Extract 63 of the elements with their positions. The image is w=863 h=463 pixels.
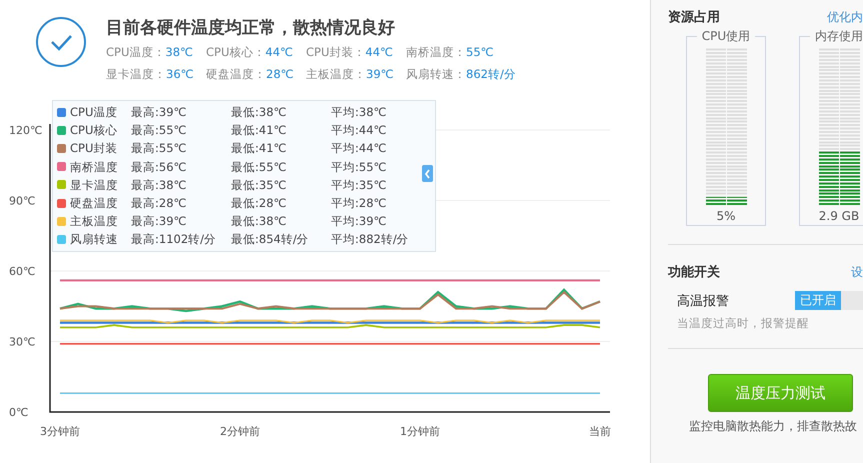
legend-min: 最低:38℃: [231, 104, 288, 121]
legend-max: 最高:28℃: [131, 195, 188, 212]
stat-reading: 主板温度：39℃: [306, 66, 395, 83]
meter-reading: 5%: [716, 209, 736, 223]
status-title: 目前各硬件温度均正常，散热情况良好: [106, 17, 396, 40]
legend-max: 最高:56℃: [131, 158, 188, 176]
stat-reading: CPU温度：38℃: [106, 44, 194, 61]
optimize-link[interactable]: 优化内: [827, 8, 863, 26]
y-axis-label: 30℃: [9, 336, 36, 348]
stat-reading: CPU核心：44℃: [206, 44, 294, 61]
legend-max: 最高:38℃: [131, 176, 188, 194]
x-axis-label: 当前: [589, 425, 611, 438]
y-axis-label: 90℃: [9, 194, 36, 208]
x-axis-label: 3分钟前: [40, 425, 80, 438]
stress-test-description: 监控电脑散热能力，排查散热故: [689, 418, 858, 435]
legend-avg: 平均:882转/分: [331, 231, 410, 248]
y-axis-label: 120℃: [9, 124, 42, 137]
legend-name: 显卡温度: [70, 176, 118, 194]
stress-test-button[interactable]: 温度压力测试: [708, 374, 853, 412]
legend-name: 硬盘温度: [70, 195, 118, 212]
toggle-label: 高温报警: [677, 292, 729, 310]
legend-avg: 平均:35℃: [331, 176, 388, 194]
x-axis-label: 1分钟前: [400, 425, 440, 438]
settings-link[interactable]: 设: [851, 264, 863, 280]
legend-avg: 平均:55℃: [331, 158, 388, 176]
y-axis-label: 0℃: [9, 406, 28, 419]
legend-min: 最低:41℃: [231, 122, 288, 140]
stat-reading: 风扇转速：862转/分: [406, 66, 517, 83]
legend-name: 主板温度: [70, 213, 118, 230]
legend-max: 最高:55℃: [131, 140, 188, 158]
toggle-description: 当温度过高时，报警提醒: [676, 316, 810, 331]
meter-label: 内存使用: [810, 28, 863, 44]
legend-max: 最高:39℃: [131, 104, 188, 121]
stat-reading: 显卡温度：36℃: [106, 66, 195, 83]
section-title: 功能开关: [668, 264, 720, 281]
legend-name: CPU温度: [70, 104, 118, 121]
meter-reading: 2.9 GB: [818, 209, 860, 223]
legend-avg: 平均:39℃: [331, 213, 388, 230]
stat-reading: 南桥温度：55℃: [406, 44, 495, 61]
section-title: 资源占用: [668, 9, 720, 26]
legend-min: 最低:38℃: [231, 213, 288, 230]
stat-reading: 硬盘温度：28℃: [206, 66, 295, 83]
alarm-switch[interactable]: 已开启: [795, 291, 863, 310]
legend-avg: 平均:44℃: [331, 140, 388, 158]
legend-min: 最低:28℃: [231, 195, 288, 212]
legend-name: 风扇转速: [70, 231, 118, 248]
legend-avg: 平均:38℃: [331, 104, 388, 121]
legend-avg: 平均:44℃: [331, 122, 388, 140]
legend-max: 最高:55℃: [131, 122, 188, 140]
legend-name: CPU核心: [70, 122, 118, 140]
legend-name: 南桥温度: [70, 158, 118, 176]
x-axis-label: 2分钟前: [220, 425, 260, 438]
legend-min: 最低:41℃: [231, 140, 288, 158]
legend-name: CPU封装: [70, 140, 118, 158]
legend-min: 最低:55℃: [231, 158, 288, 176]
stat-reading: CPU封装：44℃: [306, 44, 394, 61]
legend-avg: 平均:28℃: [331, 195, 388, 212]
legend-max: 最高:39℃: [131, 213, 188, 230]
y-axis-label: 60℃: [9, 265, 36, 278]
meter-label: CPU使用: [696, 28, 756, 44]
legend-min: 最低:854转/分: [231, 231, 310, 248]
legend-min: 最低:35℃: [231, 176, 288, 194]
legend-max: 最高:1102转/分: [131, 231, 218, 248]
